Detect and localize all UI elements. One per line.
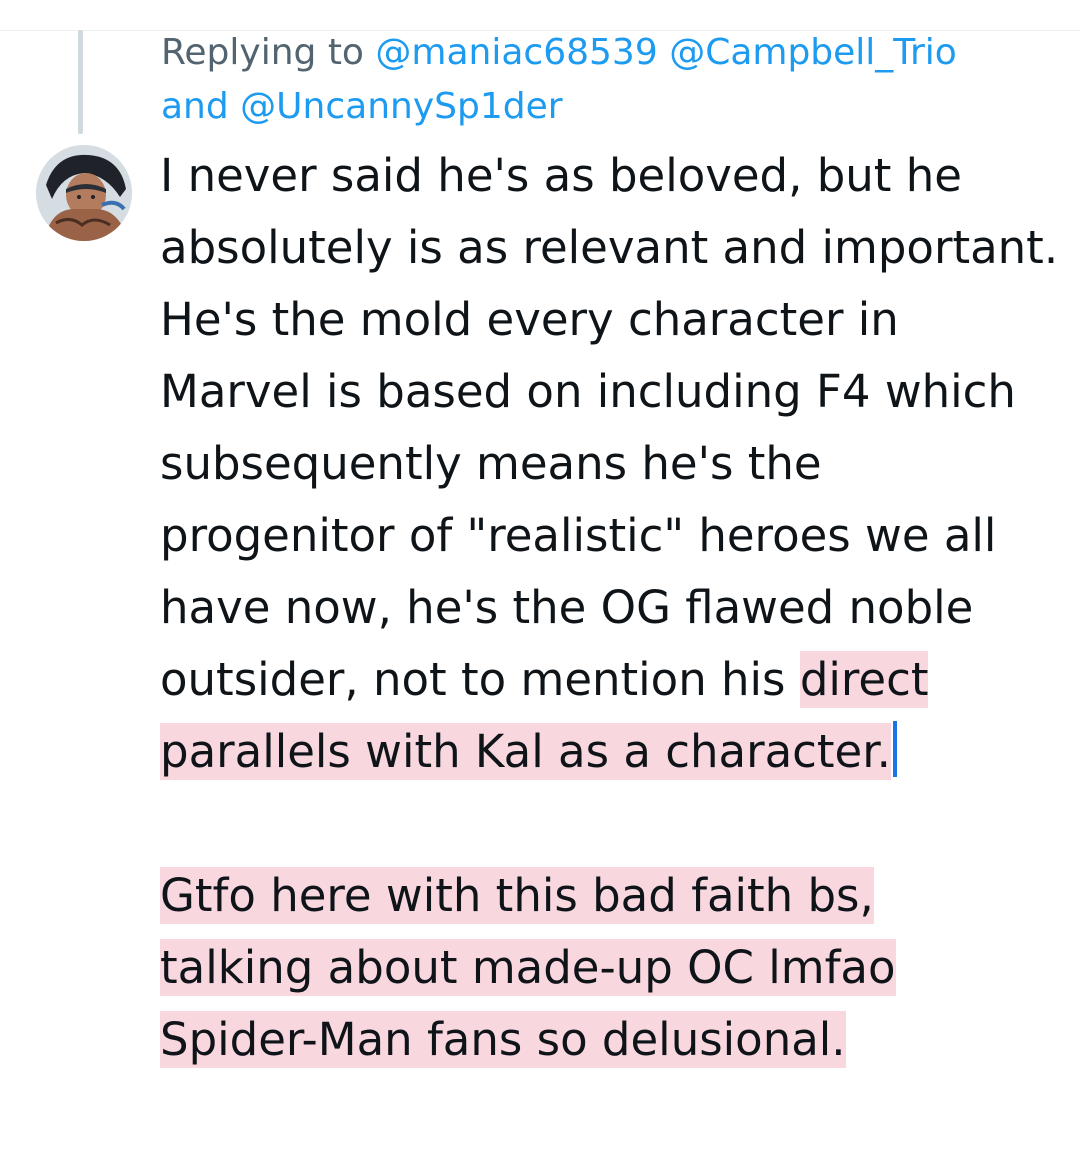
thread-connector-line — [78, 30, 83, 134]
mention-maniac68539[interactable]: @maniac68539 — [375, 32, 657, 73]
text-cursor — [892, 721, 897, 777]
highlighted-line-1: Gtfo here with this bad faith bs, — [160, 867, 874, 924]
highlighted-line-2: talking about made-up OC lmfao — [160, 939, 896, 996]
mention-uncannysp1der[interactable]: @UncannySp1der — [240, 86, 562, 127]
avatar[interactable] — [36, 145, 132, 241]
reply-context: Replying to @maniac68539 @Campbell_Trioa… — [161, 26, 1061, 134]
tweet-paragraph-1: I never said he's as beloved, but he abs… — [160, 140, 1060, 788]
tweet-paragraph-2: Gtfo here with this bad faith bs, talking… — [160, 860, 1060, 1076]
highlighted-line-3: Spider-Man fans so delusional. — [160, 1011, 846, 1068]
comic-character-avatar-icon — [36, 145, 132, 241]
mention-campbell-trio[interactable]: @Campbell_Trio — [669, 32, 957, 73]
mention-conjunction: and — [161, 86, 241, 127]
tweet-text: I never said he's as beloved, but he abs… — [160, 140, 1060, 1076]
replying-to-label: Replying to — [161, 32, 376, 73]
tweet-paragraph-1-text: I never said he's as beloved, but he abs… — [160, 149, 1059, 706]
